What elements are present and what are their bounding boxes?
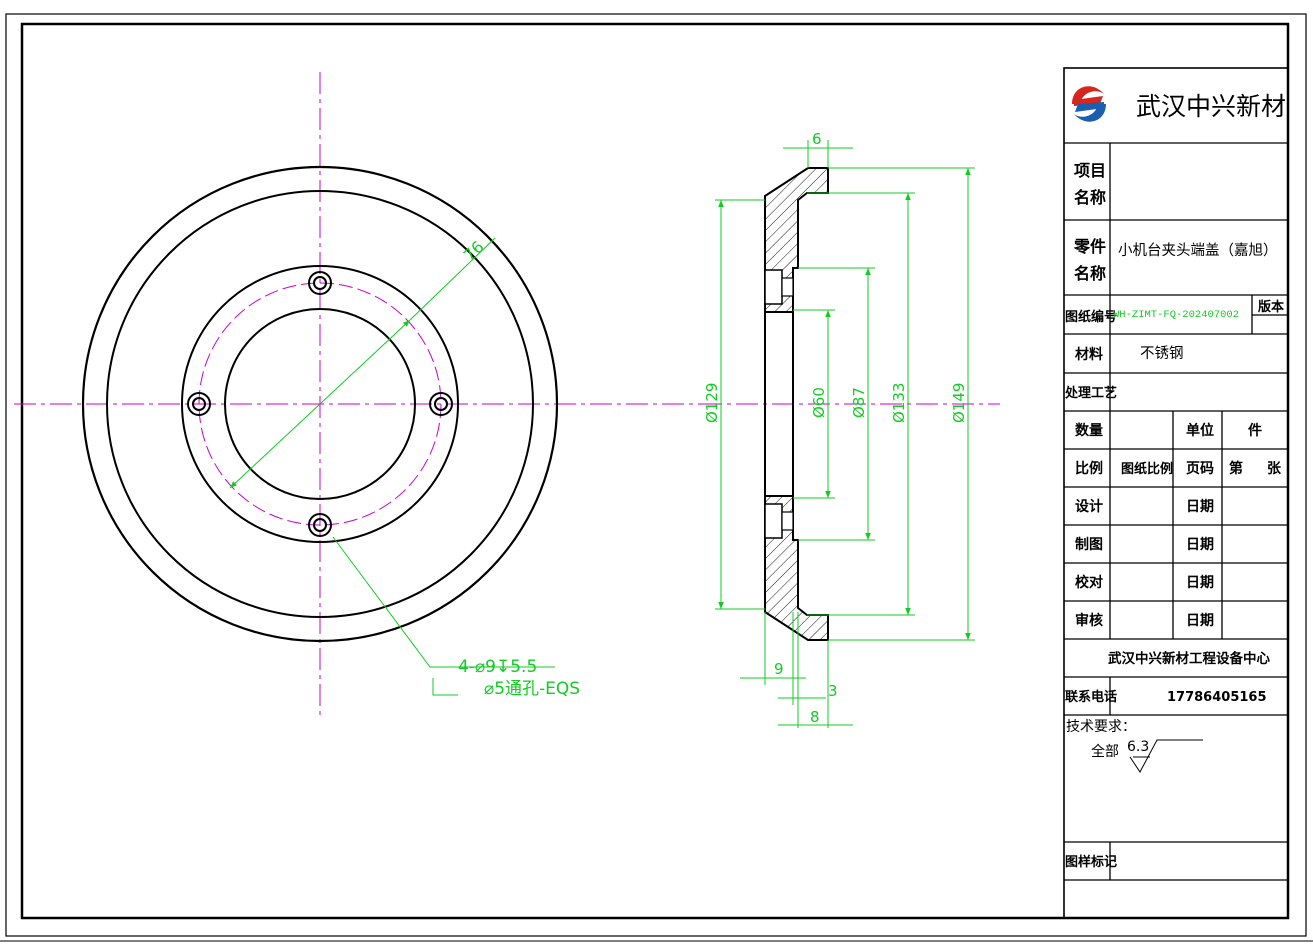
drawing-scale-label: 图纸比例 bbox=[1121, 461, 1173, 477]
front-view: 76 4-⌀9↧5.5 ⌀5通孔-EQS bbox=[14, 72, 700, 718]
check-date-label: 日期 bbox=[1186, 575, 1214, 591]
hole-note-line-1: 4-⌀9↧5.5 bbox=[458, 657, 537, 677]
part-label-2: 名称 bbox=[1074, 264, 1106, 283]
material-value: 不锈钢 bbox=[1140, 345, 1184, 362]
hole-note-leader bbox=[332, 536, 555, 668]
unit-label: 单位 bbox=[1186, 422, 1214, 439]
material-label: 材料 bbox=[1075, 346, 1103, 363]
page-label: 页码 bbox=[1186, 461, 1214, 477]
check-label: 校对 bbox=[1075, 574, 1103, 591]
dim-text-d149: Ø149 bbox=[950, 383, 968, 423]
dim-text-w9: 9 bbox=[774, 660, 784, 678]
project-label-2: 名称 bbox=[1074, 188, 1106, 207]
design-date-label: 日期 bbox=[1186, 499, 1214, 515]
phone-label: 联系电话 bbox=[1065, 689, 1117, 705]
draw-label: 制图 bbox=[1075, 536, 1103, 553]
roughness-value: 6.3 bbox=[1127, 739, 1149, 755]
through-hole-top bbox=[781, 277, 794, 297]
company-logo-icon bbox=[1072, 86, 1106, 122]
pcd-dimension-text: 76 bbox=[460, 237, 488, 265]
quantity-label: 数量 bbox=[1075, 422, 1103, 439]
review-date-label: 日期 bbox=[1186, 613, 1214, 629]
roughness-prefix: 全部 bbox=[1091, 743, 1119, 760]
phone-value: 17786405165 bbox=[1167, 690, 1267, 705]
dim-text-w3: 3 bbox=[828, 682, 838, 700]
drawing-no-value: WH-ZIMT-FQ-202407002 bbox=[1113, 309, 1239, 321]
scale-label: 比例 bbox=[1075, 460, 1103, 477]
tech-requirements-label: 技术要求： bbox=[1066, 719, 1136, 735]
page-prefix: 第 bbox=[1229, 460, 1243, 477]
extension-lines bbox=[715, 140, 975, 728]
hole-note-bracket bbox=[432, 678, 458, 696]
title-block: 武汉中兴新材 项目 名称 零件 名称 小机台夹头端盖（嘉旭） 图纸编号 WH-Z… bbox=[1063, 67, 1289, 919]
review-label: 审核 bbox=[1075, 612, 1103, 629]
dim-text-w6: 6 bbox=[812, 130, 822, 148]
company-name: 武汉中兴新材 bbox=[1136, 92, 1286, 121]
page-suffix: 张 bbox=[1267, 461, 1282, 477]
draw-date-label: 日期 bbox=[1186, 537, 1214, 553]
engineering-center: 武汉中兴新材工程设备中心 bbox=[1108, 650, 1270, 667]
dim-text-d129: Ø129 bbox=[703, 383, 721, 423]
section-view: Ø129 Ø60 Ø87 Ø133 Ø149 6 9 3 8 bbox=[700, 130, 1000, 728]
project-label-1: 项目 bbox=[1074, 161, 1106, 180]
sample-mark-label: 图样标记 bbox=[1065, 854, 1117, 870]
part-value: 小机台夹头端盖（嘉旭） bbox=[1118, 242, 1278, 259]
hole-note-line-2: ⌀5通孔-EQS bbox=[484, 679, 580, 699]
counterbore-bottom bbox=[764, 503, 783, 539]
dim-text-d133: Ø133 bbox=[890, 383, 908, 423]
through-hole-bottom bbox=[781, 511, 794, 531]
counterbore-top bbox=[764, 269, 783, 305]
process-label: 处理工艺 bbox=[1064, 385, 1117, 401]
drawing-no-label: 图纸编号 bbox=[1065, 309, 1117, 325]
dim-text-d60: Ø60 bbox=[810, 387, 828, 418]
dim-text-d87: Ø87 bbox=[850, 387, 868, 418]
unit-value: 件 bbox=[1248, 422, 1262, 439]
part-label-1: 零件 bbox=[1073, 237, 1106, 256]
dim-text-w8: 8 bbox=[810, 708, 820, 726]
version-label: 版本 bbox=[1258, 299, 1284, 315]
drawing-sheet: 76 4-⌀9↧5.5 ⌀5通孔-EQS Ø129 Ø60 Ø87 Ø133 Ø… bbox=[0, 13, 1313, 942]
design-label: 设计 bbox=[1075, 498, 1103, 515]
